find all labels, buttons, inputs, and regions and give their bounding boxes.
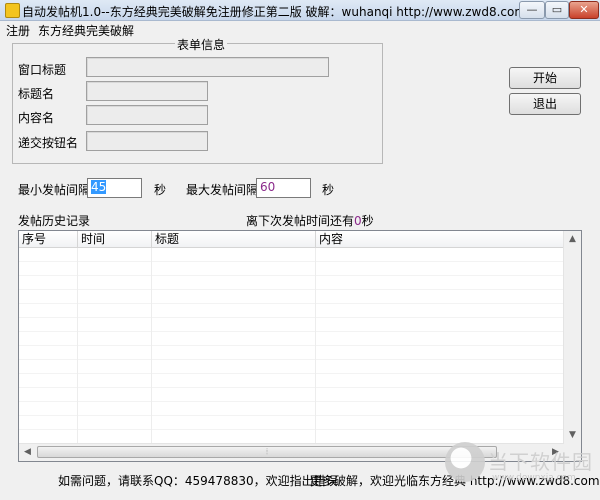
menu-item-crack[interactable]: 东方经典完美破解 [38, 22, 134, 39]
table-row[interactable] [19, 430, 565, 444]
history-list-body [19, 248, 565, 445]
max-interval-value: 60 [260, 180, 276, 194]
content-name-field[interactable] [86, 105, 208, 125]
window-title: 自动发帖机1.0--东方经典完美破解免注册修正第二版 破解：wuhanqi ht… [22, 5, 527, 19]
table-row[interactable] [19, 402, 565, 416]
menu-bar: 注册 东方经典完美破解 [0, 21, 600, 39]
next-post-seconds: 0 [354, 214, 362, 228]
watermark-logo-icon [445, 442, 485, 482]
submit-button-name-field[interactable] [86, 131, 208, 151]
history-list[interactable]: 序号 时间 标题 内容 ▲ ▼ ◀ ⦙ ▶ [18, 230, 582, 462]
content-name-label: 内容名 [18, 111, 55, 125]
title-name-field[interactable] [86, 81, 208, 101]
table-row[interactable] [19, 304, 565, 318]
table-row[interactable] [19, 360, 565, 374]
form-info-group-title: 表单信息 [175, 36, 228, 53]
column-header-content[interactable]: 内容 [316, 231, 565, 247]
table-row[interactable] [19, 290, 565, 304]
table-row[interactable] [19, 388, 565, 402]
scroll-left-arrow-icon[interactable]: ◀ [19, 444, 36, 461]
column-header-index[interactable]: 序号 [19, 231, 78, 247]
table-row[interactable] [19, 276, 565, 290]
column-divider [77, 248, 78, 445]
history-label: 发帖历史记录 [18, 214, 91, 228]
next-post-countdown: 离下次发帖时间还有0秒 [246, 212, 374, 229]
title-bar[interactable]: 自动发帖机1.0--东方经典完美破解免注册修正第二版 破解：wuhanqi ht… [0, 0, 600, 21]
next-post-unit: 秒 [361, 214, 374, 228]
title-name-label: 标题名 [18, 87, 55, 101]
max-interval-input[interactable]: 60 [256, 178, 311, 198]
table-row[interactable] [19, 374, 565, 388]
app-icon [5, 3, 20, 18]
scroll-up-arrow-icon[interactable]: ▲ [564, 231, 581, 248]
table-row[interactable] [19, 332, 565, 346]
min-interval-input[interactable]: 45 [87, 178, 142, 198]
start-button[interactable]: 开始 [509, 67, 581, 89]
minimize-button[interactable]: — [519, 1, 545, 19]
column-divider [315, 248, 316, 445]
vertical-scrollbar[interactable]: ▲ ▼ [563, 231, 581, 444]
watermark-brand: 当下软件园 [488, 450, 593, 474]
submit-button-name-label: 递交按钮名 [18, 136, 79, 150]
horizontal-scroll-thumb[interactable]: ⦙ [37, 446, 497, 458]
min-interval-unit: 秒 [154, 183, 167, 197]
menu-item-register[interactable]: 注册 [6, 22, 30, 39]
table-row[interactable] [19, 346, 565, 360]
column-header-title[interactable]: 标题 [152, 231, 316, 247]
window-title-label: 窗口标题 [18, 63, 67, 77]
table-row[interactable] [19, 416, 565, 430]
table-row[interactable] [19, 318, 565, 332]
column-divider [151, 248, 152, 445]
scroll-down-arrow-icon[interactable]: ▼ [564, 427, 581, 444]
restore-button[interactable]: ▭ [545, 1, 569, 19]
column-header-time[interactable]: 时间 [78, 231, 152, 247]
table-row[interactable] [19, 262, 565, 276]
next-post-prefix: 离下次发帖时间还有 [246, 214, 355, 228]
footer-contact: 如需问题，请联系QQ：459478830，欢迎指出错误 [58, 474, 338, 488]
max-interval-label: 最大发帖间隔 [186, 183, 259, 197]
max-interval-unit: 秒 [322, 183, 335, 197]
min-interval-value: 45 [91, 180, 107, 194]
close-button[interactable]: ✕ [569, 1, 599, 19]
history-list-header: 序号 时间 标题 内容 [19, 231, 565, 248]
exit-button[interactable]: 退出 [509, 93, 581, 115]
table-row[interactable] [19, 248, 565, 262]
min-interval-label: 最小发帖间隔 [18, 183, 91, 197]
window-title-field[interactable] [86, 57, 329, 77]
watermark-url: www.downxia.com [492, 473, 576, 483]
